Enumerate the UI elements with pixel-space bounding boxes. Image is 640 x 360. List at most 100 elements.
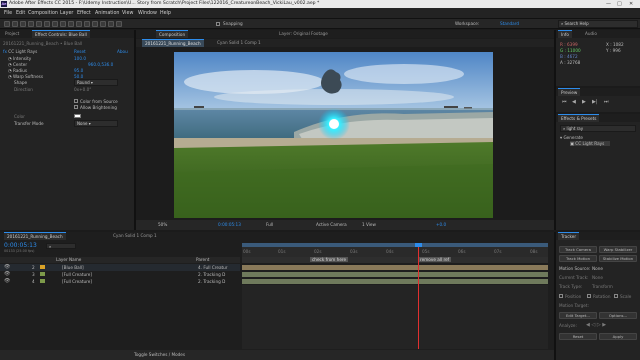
- layer-name[interactable]: [Full Creature]: [62, 272, 92, 277]
- menu-composition[interactable]: Composition: [28, 11, 58, 16]
- tab-project[interactable]: Project: [2, 30, 22, 38]
- param-intensity[interactable]: ◔ Intensity: [8, 56, 31, 61]
- param-radius-value[interactable]: 95.0: [74, 68, 83, 73]
- brush-tool-icon[interactable]: [84, 21, 90, 27]
- timeline-search-field[interactable]: ⌕: [46, 243, 76, 249]
- zoom-tool-icon[interactable]: [28, 21, 34, 27]
- layer-label-color[interactable]: [40, 279, 45, 283]
- view-layout-dropdown[interactable]: 1 View: [362, 222, 376, 227]
- close-button[interactable]: ✕: [629, 1, 633, 7]
- exposure-value[interactable]: +0.0: [436, 222, 446, 227]
- analyze-backward-icon[interactable]: ◀ ◁ ▷ ▶: [586, 322, 606, 328]
- camera-dropdown[interactable]: Active Camera: [316, 222, 347, 227]
- menu-file[interactable]: File: [4, 11, 12, 16]
- layer-name[interactable]: [Full Creature]: [62, 279, 92, 284]
- home-icon[interactable]: [4, 21, 10, 27]
- workspace-select[interactable]: Standard: [500, 21, 519, 26]
- layer-duration-bar[interactable]: [242, 279, 548, 284]
- comp-tab-cyan-solid[interactable]: Cyan Solid 1 Comp 1: [214, 39, 264, 47]
- layer-label-color[interactable]: [40, 272, 45, 276]
- current-track-dropdown[interactable]: None: [592, 275, 603, 280]
- pan-behind-tool-icon[interactable]: [52, 21, 58, 27]
- timeline-tab-running-beach[interactable]: 20161221_Running_Beach: [4, 232, 66, 240]
- effects-search-field[interactable]: ⌕ light ray: [560, 125, 636, 132]
- timeline-timecode[interactable]: 0:00:05:13: [4, 242, 37, 249]
- menu-layer[interactable]: Layer: [60, 11, 73, 16]
- tracker-reset-button[interactable]: Reset: [559, 333, 597, 340]
- stabilize-motion-button[interactable]: Stabilize Motion: [599, 255, 637, 262]
- param-center[interactable]: ◔ Center: [8, 62, 27, 67]
- param-center-value[interactable]: 960.0,536.0: [88, 62, 113, 67]
- hand-tool-icon[interactable]: [20, 21, 26, 27]
- layer-duration-bar[interactable]: [242, 272, 548, 277]
- tab-audio[interactable]: Audio: [582, 30, 600, 38]
- transfer-mode-dropdown[interactable]: None ▾: [74, 120, 118, 127]
- allow-brightening-checkbox[interactable]: [74, 105, 78, 109]
- timeline-tab-cyan-solid[interactable]: Cyan Solid 1 Comp 1: [110, 232, 160, 240]
- effects-item[interactable]: ▣ CC Light Rays: [570, 141, 610, 146]
- param-direction-value[interactable]: 0x+0.0°: [74, 87, 91, 92]
- menu-edit[interactable]: Edit: [16, 11, 25, 16]
- snapping-checkbox[interactable]: [216, 22, 220, 26]
- play-icon[interactable]: ▶: [582, 99, 586, 105]
- color-swatch[interactable]: [74, 114, 81, 118]
- minimize-button[interactable]: —: [606, 1, 611, 7]
- layer-name[interactable]: [Blue Ball]: [62, 265, 84, 270]
- rotation-checkbox[interactable]: [587, 294, 591, 298]
- shape-dropdown[interactable]: Round ▾: [74, 79, 118, 86]
- warp-stabilizer-button[interactable]: Warp Stabilizer: [599, 246, 637, 253]
- comp-marker[interactable]: check from here: [310, 257, 349, 262]
- menu-view[interactable]: View: [122, 11, 133, 16]
- tracker-apply-button[interactable]: Apply: [599, 333, 637, 340]
- fx-row[interactable]: fx CC Light Rays: [3, 49, 37, 54]
- layer-row[interactable]: 👁 2 [Blue Ball] 4. Full Creatur: [0, 264, 240, 271]
- tab-info[interactable]: Info: [558, 30, 572, 38]
- camera-tool-icon[interactable]: [44, 21, 50, 27]
- param-warp-softness[interactable]: ◔ Warp Softness: [8, 74, 43, 79]
- rotate-tool-icon[interactable]: [36, 21, 42, 27]
- first-frame-icon[interactable]: ⏮: [562, 99, 567, 105]
- resolution-dropdown[interactable]: Full: [266, 222, 273, 227]
- tab-preview[interactable]: Preview: [558, 88, 581, 96]
- tab-effect-controls[interactable]: Effect Controls: Blue Ball: [32, 30, 90, 38]
- time-ruler[interactable]: 00s 01s 02s 03s 04s 05s 06s 07s 08s: [242, 243, 548, 257]
- puppet-tool-icon[interactable]: [116, 21, 122, 27]
- current-time-indicator[interactable]: [418, 243, 419, 349]
- previous-frame-icon[interactable]: ◀: [572, 99, 576, 105]
- param-radius[interactable]: ◔ Radius: [8, 68, 27, 73]
- color-from-source-checkbox[interactable]: [74, 99, 78, 103]
- eye-icon[interactable]: 👁: [4, 271, 10, 277]
- layer-parent[interactable]: 2. Tracking D: [198, 279, 225, 284]
- type-tool-icon[interactable]: [76, 21, 82, 27]
- menu-effect[interactable]: Effect: [77, 11, 91, 16]
- comp-marker[interactable]: remove all ref: [418, 257, 452, 262]
- search-help-field[interactable]: ⌕ Search Help: [558, 20, 638, 28]
- maximize-button[interactable]: □: [617, 1, 622, 7]
- effects-category[interactable]: ▾ Generate: [560, 135, 583, 140]
- motion-source-dropdown[interactable]: None: [592, 266, 603, 271]
- layer-parent[interactable]: 4. Full Creatur: [198, 265, 228, 270]
- next-frame-icon[interactable]: ▶|: [592, 99, 598, 105]
- roto-brush-tool-icon[interactable]: [108, 21, 114, 27]
- layer-row[interactable]: 👁 3 [Full Creature] 2. Tracking D: [0, 271, 240, 278]
- tab-effects-presets[interactable]: Effects & Presets: [558, 114, 600, 122]
- position-checkbox[interactable]: [559, 294, 563, 298]
- options-button[interactable]: Options...: [599, 312, 637, 319]
- tab-layer-original-footage[interactable]: Layer: Original Footage: [276, 30, 331, 38]
- current-time-display[interactable]: 0:00:05:13: [218, 222, 241, 227]
- layer-row[interactable]: 👁 4 [Full Creature] 2. Tracking D: [0, 278, 240, 285]
- layer-label-color[interactable]: [40, 265, 45, 269]
- eye-icon[interactable]: 👁: [4, 264, 10, 270]
- toggle-switches-modes[interactable]: Toggle Switches / Modes: [134, 352, 185, 357]
- last-frame-icon[interactable]: ⏭: [604, 99, 609, 105]
- effect-reset-link[interactable]: Reset: [74, 49, 86, 54]
- col-parent[interactable]: Parent: [196, 257, 209, 262]
- tab-tracker[interactable]: Tracker: [558, 232, 580, 240]
- comp-tab-running-beach[interactable]: 20161221_Running_Beach: [142, 39, 204, 47]
- eraser-tool-icon[interactable]: [100, 21, 106, 27]
- menu-window[interactable]: Window: [138, 11, 157, 16]
- shape-tool-icon[interactable]: [60, 21, 66, 27]
- param-intensity-value[interactable]: 100.0: [74, 56, 86, 61]
- pen-tool-icon[interactable]: [68, 21, 74, 27]
- menu-help[interactable]: Help: [160, 11, 171, 16]
